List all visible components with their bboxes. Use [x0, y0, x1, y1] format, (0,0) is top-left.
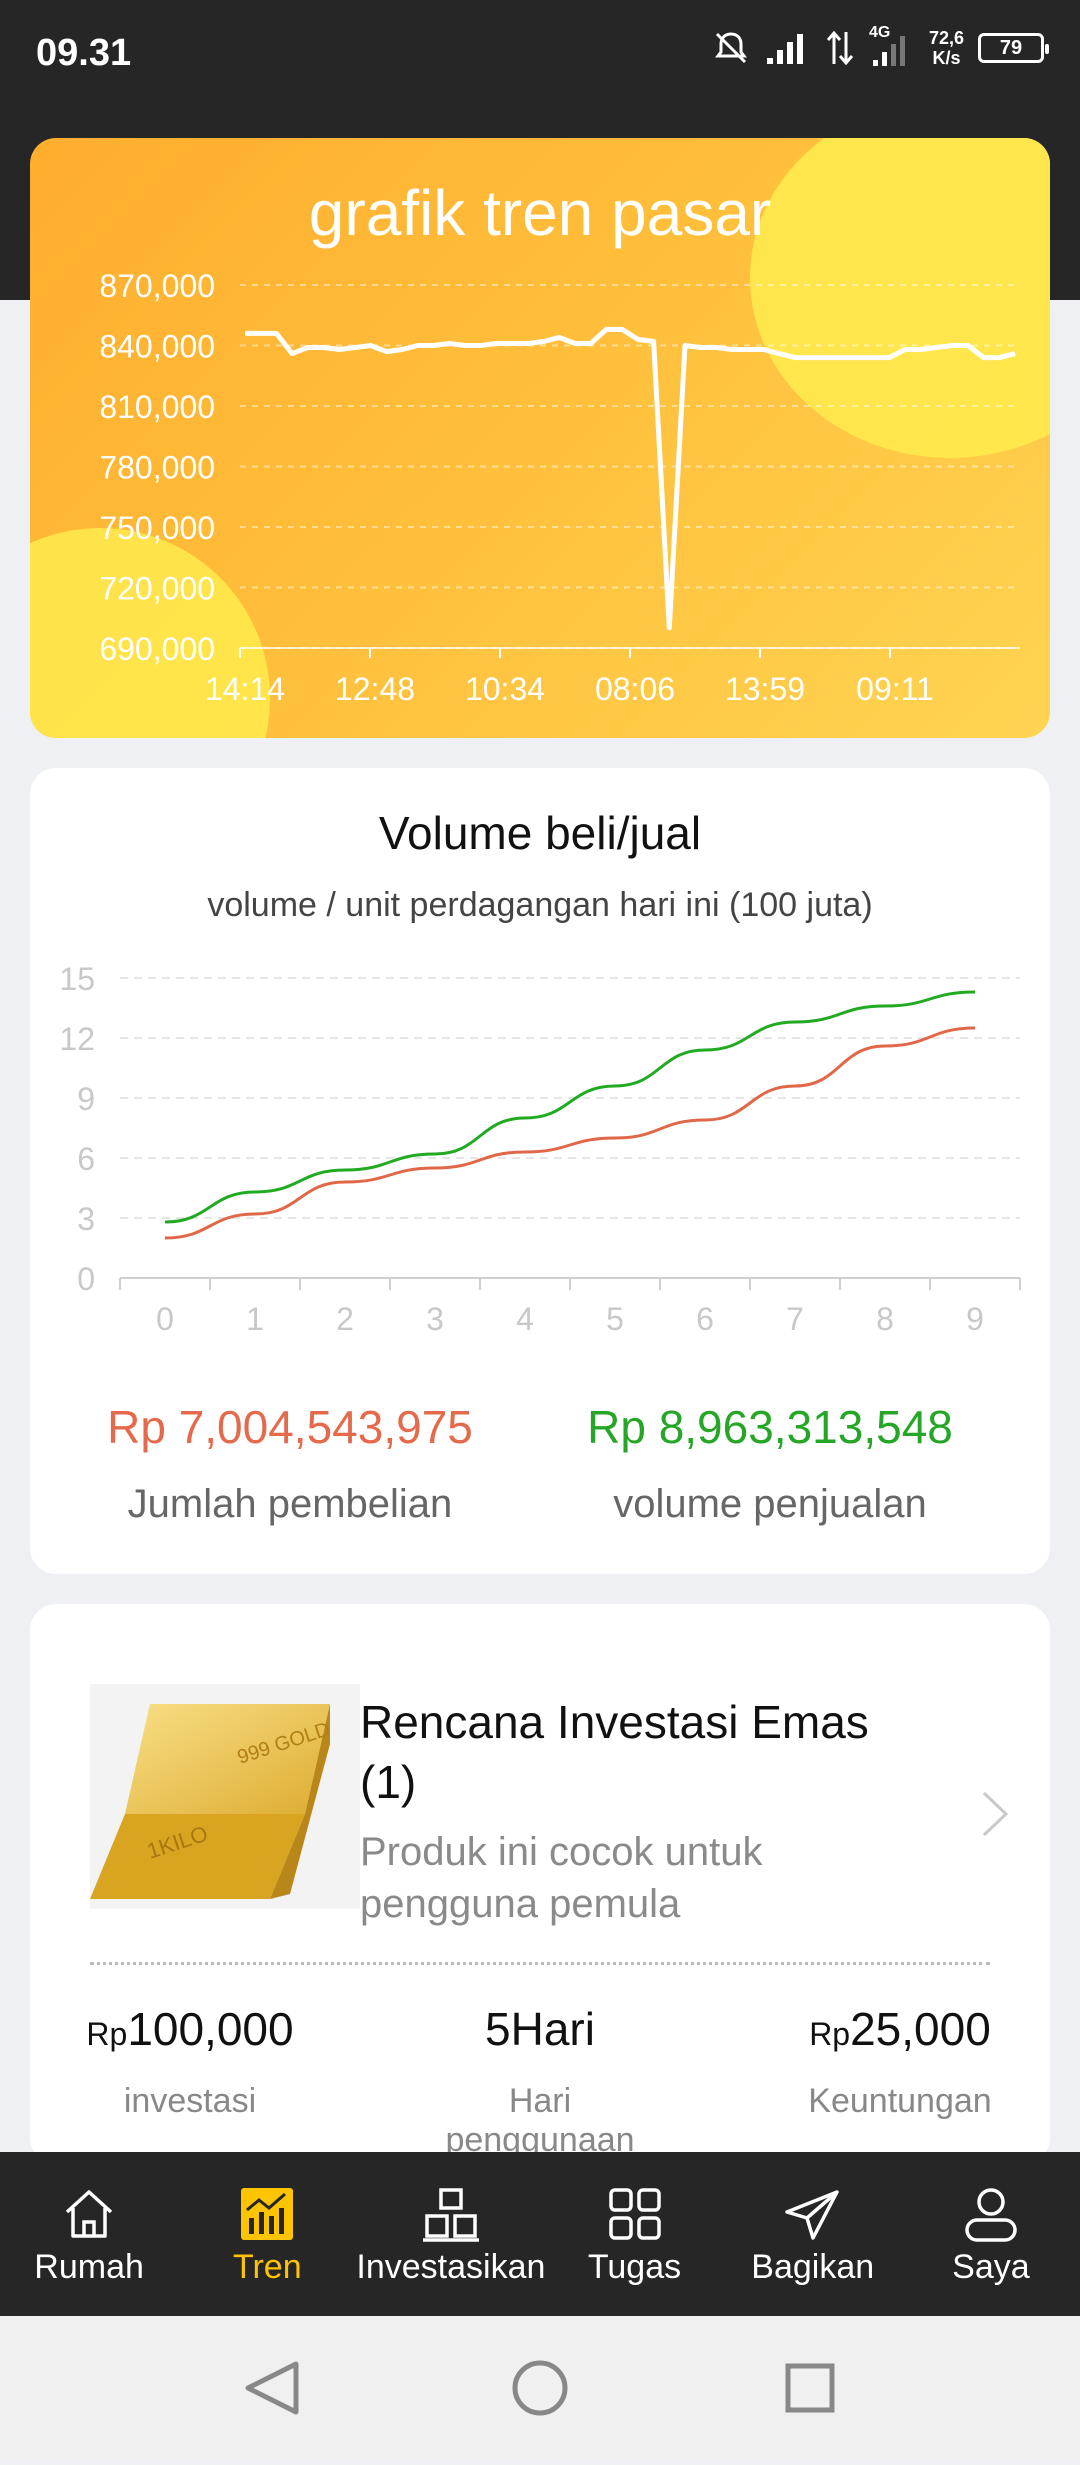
volume-y-tick: 15 [59, 961, 95, 997]
net-speed-value: 72,6 [928, 28, 964, 48]
investment-amount: 100,000 [127, 2003, 294, 2055]
status-bar: 09.31 4G 72,6 K/s 79 [0, 0, 1080, 110]
data-transfer-icon [826, 30, 854, 66]
battery-icon: 79 [978, 33, 1049, 63]
investment-label: investasi [123, 2082, 257, 2120]
trend-y-tick: 780,000 [99, 450, 215, 486]
nav-label: Tren [232, 2248, 302, 2286]
grid-icon [608, 2188, 661, 2240]
volume-y-tick: 12 [59, 1021, 95, 1057]
divider [90, 1962, 990, 1965]
volume-x-tick: 2 [336, 1301, 354, 1337]
stack-icon [422, 2188, 479, 2242]
notification-off-icon [714, 32, 747, 64]
trend-x-tick: 14:14 [205, 671, 285, 707]
product-description: Produk ini cocok untuk pengguna pemula [360, 1830, 763, 1926]
volume-x-tick: 1 [246, 1301, 264, 1337]
nav-item-rumah[interactable]: Rumah [0, 2152, 178, 2316]
product-title: Rencana Investasi Emas (1) [360, 1696, 869, 1808]
nav-label: Saya [952, 2248, 1030, 2286]
purchase-stat: Rp 7,004,543,975 Jumlah pembelian [50, 1400, 530, 1527]
home-circle-icon[interactable] [512, 2360, 568, 2416]
nav-item-saya[interactable]: Saya [902, 2152, 1080, 2316]
trend-y-tick: 810,000 [99, 389, 215, 425]
volume-x-tick: 0 [156, 1301, 174, 1337]
volume-x-tick: 8 [876, 1301, 894, 1337]
home-icon [65, 2190, 113, 2238]
signal-4g-icon: 4G [869, 24, 915, 68]
system-nav-bar [0, 2316, 1080, 2460]
signal-icon [766, 34, 803, 64]
nav-label: Rumah [34, 2248, 144, 2286]
investment-currency: Rp [86, 2016, 128, 2052]
volume-x-tick: 7 [786, 1301, 804, 1337]
chart-icon [241, 2188, 294, 2240]
battery-level: 79 [999, 36, 1023, 59]
profit-metric: Rp25,000 Keuntungan [780, 2002, 1020, 2121]
profit-label: Keuntungan [808, 2082, 992, 2120]
trend-x-tick: 08:06 [595, 671, 675, 707]
purchase-value: Rp 7,004,543,975 [107, 1401, 473, 1453]
market-trend-chart: 870,000 840,000 810,000 780,000 750,000 720,0… [99, 268, 1020, 707]
nav-label: Investasikan [356, 2248, 546, 2286]
volume-y-tick: 6 [77, 1141, 95, 1177]
volume-y-tick: 3 [77, 1201, 95, 1237]
net-speed: 72,6 K/s [929, 28, 964, 68]
volume-chart: 151296300 1 2 3 4 5 6 7 8 9 [59, 961, 1021, 1337]
volume-x-tick: 4 [516, 1301, 534, 1337]
trend-y-tick: 750,000 [99, 510, 215, 546]
recents-icon[interactable] [785, 2363, 835, 2413]
bottom-nav: Rumah Tren Investasikan Tugas Bagikan Sa… [0, 2152, 1080, 2316]
status-icons: 4G 72,6 K/s 79 [711, 24, 1049, 68]
nav-item-investasikan[interactable]: Investasikan [356, 2152, 545, 2316]
volume-series-line-1 [164, 1026, 976, 1240]
trend-y-tick: 720,000 [99, 571, 215, 607]
trend-y-tick: 690,000 [99, 631, 215, 667]
trend-x-tick: 09:11 [856, 671, 934, 707]
trend-x-tick: 12:48 [335, 671, 415, 707]
chevron-right-icon[interactable] [980, 1784, 1010, 1853]
volume-x-tick: 9 [966, 1301, 984, 1337]
status-time: 09.31 [36, 32, 132, 74]
volume-x-tick: 6 [696, 1301, 714, 1337]
nav-item-tugas[interactable]: Tugas [545, 2152, 723, 2316]
volume-x-tick: 3 [426, 1301, 444, 1337]
trend-series-line [245, 326, 1016, 631]
days-value: 5Hari [485, 2003, 595, 2055]
trend-x-tick: 10:34 [465, 671, 545, 707]
profit-currency: Rp [809, 2016, 851, 2052]
days-label: Hari penggunaan [445, 2082, 635, 2159]
profit-amount: 25,000 [850, 2003, 991, 2055]
market-trend-card: grafik tren pasar 870,000 840,000 810,000 7… [30, 138, 1050, 738]
volume-y-tick: 0 [77, 1261, 95, 1297]
nav-label: Tugas [587, 2248, 682, 2286]
user-icon [965, 2188, 1017, 2242]
sales-stat: Rp 8,963,313,548 volume penjualan [530, 1400, 1010, 1527]
back-icon[interactable] [245, 2361, 299, 2415]
sales-label: volume penjualan [613, 1482, 927, 1526]
volume-card: Volume beli/jual volume / unit perdagang… [30, 768, 1050, 1574]
days-metric: 5Hari Hari penggunaan [410, 2002, 670, 2160]
gold-bar-image: 999 GOLD 1KILO [90, 1684, 360, 1909]
volume-y-tick: 9 [77, 1081, 95, 1117]
trend-x-tick: 13:59 [725, 671, 805, 707]
trend-y-tick: 870,000 [99, 268, 215, 304]
nav-item-bagikan[interactable]: Bagikan [724, 2152, 902, 2316]
volume-x-tick: 5 [606, 1301, 624, 1337]
volume-series-line-0 [164, 990, 976, 1224]
purchase-label: Jumlah pembelian [127, 1482, 453, 1526]
nav-item-tren[interactable]: Tren [178, 2152, 356, 2316]
send-icon [784, 2190, 839, 2240]
trend-y-tick: 840,000 [99, 329, 215, 365]
sales-value: Rp 8,963,313,548 [587, 1401, 953, 1453]
investment-product-card[interactable]: 999 GOLD 1KILO Rencana Investasi Emas (1… [30, 1604, 1050, 2164]
net-speed-unit: K/s [932, 48, 961, 68]
investment-metric: Rp100,000 investasi [70, 2002, 310, 2121]
nav-label: Bagikan [751, 2248, 875, 2286]
